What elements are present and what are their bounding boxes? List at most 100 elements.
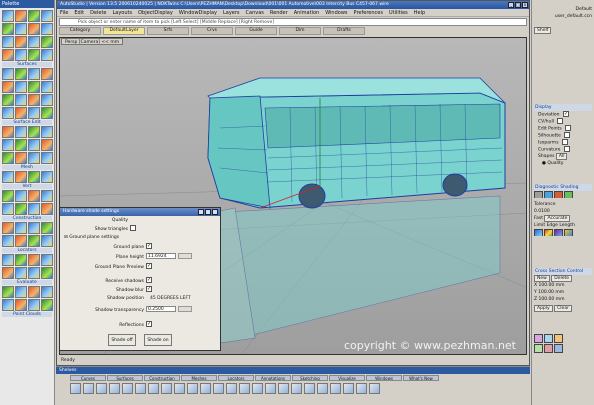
palette-tool-icon[interactable] bbox=[28, 171, 40, 183]
receive-shadows-checkbox[interactable]: ✓ bbox=[146, 277, 152, 283]
palette-tool-icon[interactable] bbox=[2, 222, 14, 234]
shelf-tab-meshes[interactable]: Meshes bbox=[181, 375, 217, 381]
palette-tool-icon[interactable] bbox=[2, 94, 14, 106]
shelf-tool-icon[interactable] bbox=[330, 383, 341, 394]
palette-tool-icon[interactable] bbox=[15, 152, 27, 164]
menu-objectdisplay[interactable]: ObjectDisplay bbox=[138, 10, 173, 16]
palette-tool-icon[interactable] bbox=[28, 152, 40, 164]
palette-tool-icon[interactable] bbox=[2, 126, 14, 138]
palette-tool-icon[interactable] bbox=[2, 267, 14, 279]
palette-tool-icon[interactable] bbox=[15, 81, 27, 93]
shelf-tool-icon[interactable] bbox=[109, 383, 120, 394]
palette-tool-icon[interactable] bbox=[28, 286, 40, 298]
palette-section-label[interactable]: Evaluate bbox=[2, 280, 52, 285]
palette-tool-icon[interactable] bbox=[15, 68, 27, 80]
shelf-tool-icon[interactable] bbox=[356, 383, 367, 394]
new-button[interactable]: New bbox=[534, 275, 550, 282]
menu-layers[interactable]: Layers bbox=[223, 10, 240, 16]
palette-tool-icon[interactable] bbox=[28, 139, 40, 151]
shelf-tool-icon[interactable] bbox=[135, 383, 146, 394]
palette-tool-icon[interactable] bbox=[15, 94, 27, 106]
palette-tool-icon[interactable] bbox=[2, 68, 14, 80]
palette-tool-icon[interactable] bbox=[2, 299, 14, 311]
palette-tool-icon[interactable] bbox=[41, 190, 53, 202]
dialog-maximize-button[interactable] bbox=[205, 209, 211, 215]
palette-tool-icon[interactable] bbox=[15, 49, 27, 61]
prompt-line[interactable]: Pick object or enter name of item to pic… bbox=[59, 18, 527, 26]
shade-off-button[interactable]: Shade off bbox=[108, 334, 136, 346]
palette-tool-icon[interactable] bbox=[41, 139, 53, 151]
shelf-tool-icon[interactable] bbox=[122, 383, 133, 394]
palette-tool-icon[interactable] bbox=[41, 222, 53, 234]
palette-tool-icon[interactable] bbox=[2, 254, 14, 266]
palette-tool-icon[interactable] bbox=[28, 299, 40, 311]
display-checkbox[interactable] bbox=[563, 146, 570, 152]
palette-tool-icon[interactable] bbox=[28, 222, 40, 234]
plane-height-slider[interactable] bbox=[178, 253, 192, 259]
shelf-tab-sketching[interactable]: Sketching bbox=[292, 375, 328, 381]
close-button[interactable]: x bbox=[522, 2, 528, 8]
palette-tool-icon[interactable] bbox=[41, 81, 53, 93]
palette-tool-icon[interactable] bbox=[2, 23, 14, 35]
cross-section-y[interactable]: Y 100.00 mm bbox=[534, 289, 592, 296]
swatch-icon[interactable] bbox=[554, 344, 563, 353]
shelf-tool-icon[interactable] bbox=[252, 383, 263, 394]
display-checkbox[interactable] bbox=[564, 132, 571, 138]
swatch-icon[interactable] bbox=[544, 334, 553, 343]
display-checkbox[interactable] bbox=[565, 125, 572, 131]
ground-preview-checkbox[interactable]: ✓ bbox=[146, 263, 152, 269]
palette-tool-icon[interactable] bbox=[2, 152, 14, 164]
palette-tool-icon[interactable] bbox=[28, 94, 40, 106]
swatch-icon[interactable] bbox=[534, 334, 543, 343]
menu-preferences[interactable]: Preferences bbox=[354, 10, 383, 16]
display-checkbox[interactable] bbox=[561, 139, 568, 145]
palette-tool-icon[interactable] bbox=[28, 267, 40, 279]
menu-utilities[interactable]: Utilities bbox=[389, 10, 408, 16]
swatch-icon[interactable] bbox=[534, 344, 543, 353]
ground-plane-checkbox[interactable]: ✓ bbox=[146, 243, 152, 249]
tolerance-value[interactable]: 0.0100 bbox=[534, 208, 592, 215]
palette-tool-icon[interactable] bbox=[2, 190, 14, 202]
shelf-tool-icon[interactable] bbox=[239, 383, 250, 394]
palette-tool-icon[interactable] bbox=[28, 190, 40, 202]
layer-tab-srfs[interactable]: Srfs bbox=[147, 27, 189, 35]
shelf-tool-icon[interactable] bbox=[148, 383, 159, 394]
palette-tool-icon[interactable] bbox=[2, 81, 14, 93]
palette-tool-icon[interactable] bbox=[15, 267, 27, 279]
layer-tab-guide[interactable]: Guide bbox=[235, 27, 277, 35]
apply-button[interactable]: Apply bbox=[534, 305, 553, 312]
shade-swatch-isophote[interactable] bbox=[564, 229, 573, 236]
palette-section-label[interactable]: Surface Edit bbox=[2, 120, 52, 125]
menu-file[interactable]: File bbox=[60, 10, 68, 16]
palette-section-label[interactable]: Mesh bbox=[2, 165, 52, 170]
palette-tool-icon[interactable] bbox=[28, 235, 40, 247]
palette-tool-icon[interactable] bbox=[28, 10, 40, 22]
palette-tool-icon[interactable] bbox=[2, 139, 14, 151]
shapes-select[interactable]: All bbox=[555, 153, 568, 160]
shadow-transparency-slider[interactable] bbox=[178, 306, 192, 312]
palette-tool-icon[interactable] bbox=[15, 190, 27, 202]
shade-swatch-curvature[interactable] bbox=[544, 229, 553, 236]
limit-edge-row[interactable]: Limit Edge Length bbox=[534, 222, 592, 229]
palette-tool-icon[interactable] bbox=[15, 126, 27, 138]
palette-tool-icon[interactable] bbox=[15, 203, 27, 215]
ground-plane-group[interactable]: ⊟ Ground plane settings bbox=[64, 235, 119, 240]
layer-tab-dim[interactable]: Dim bbox=[279, 27, 321, 35]
palette-tool-icon[interactable] bbox=[2, 235, 14, 247]
palette-section-label[interactable]: Construction bbox=[2, 216, 52, 221]
shade-on-button[interactable]: Shade on bbox=[144, 334, 172, 346]
palette-tool-icon[interactable] bbox=[2, 286, 14, 298]
delete-button[interactable]: Delete bbox=[551, 275, 573, 282]
palette-tool-icon[interactable] bbox=[15, 286, 27, 298]
shelf-tool-icon[interactable] bbox=[161, 383, 172, 394]
viewport-label[interactable]: Persp [Camera] << mm bbox=[61, 38, 124, 45]
palette-tool-icon[interactable] bbox=[15, 222, 27, 234]
menu-delete[interactable]: Delete bbox=[90, 10, 106, 16]
palette-tool-icon[interactable] bbox=[28, 107, 40, 119]
palette-tool-icon[interactable] bbox=[41, 254, 53, 266]
palette-tool-icon[interactable] bbox=[15, 171, 27, 183]
palette-tool-icon[interactable] bbox=[28, 36, 40, 48]
palette-section-label[interactable]: Vert bbox=[2, 184, 52, 189]
shelf-tool-icon[interactable] bbox=[369, 383, 380, 394]
palette-tool-icon[interactable] bbox=[15, 254, 27, 266]
